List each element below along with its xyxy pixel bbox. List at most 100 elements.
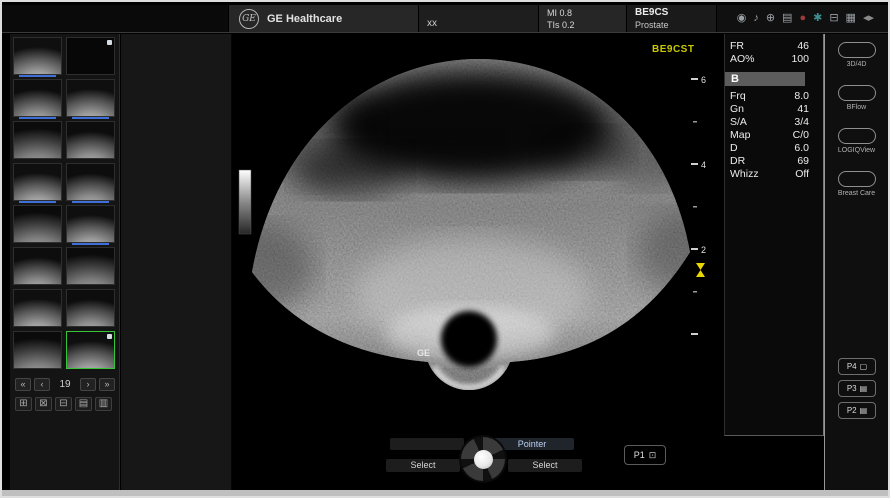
thumbnail-8[interactable] bbox=[66, 163, 115, 201]
ultrasound-image[interactable]: GE 6 4 2 bbox=[232, 34, 724, 439]
trackball[interactable] bbox=[461, 437, 505, 481]
brand-section: GE GE Healthcare bbox=[229, 5, 419, 32]
p3-button[interactable]: P3▤ bbox=[838, 380, 876, 397]
delete-image-button[interactable]: ⊠ bbox=[35, 397, 52, 411]
select-right-button[interactable]: Select bbox=[508, 459, 582, 472]
param-value: Off bbox=[795, 168, 809, 180]
grayscale-bar bbox=[239, 170, 251, 234]
thumbnail-10[interactable] bbox=[66, 205, 115, 243]
thumbnail-13[interactable] bbox=[13, 289, 62, 327]
eco-status-icon: ✱ bbox=[813, 13, 822, 24]
print-image-button[interactable]: ▤ bbox=[75, 397, 92, 411]
last-page-button[interactable]: » bbox=[99, 378, 115, 391]
ge-watermark: GE bbox=[417, 348, 430, 358]
thumbnail-12[interactable] bbox=[66, 247, 115, 285]
thumbnail-6[interactable] bbox=[66, 121, 115, 159]
save-image-button[interactable]: ⊟ bbox=[55, 397, 72, 411]
layout-grid-button[interactable]: ⊞ bbox=[15, 397, 32, 411]
patient-id-field[interactable]: xx bbox=[419, 5, 539, 32]
clip-indicator bbox=[19, 201, 56, 203]
right-toolbar: 3D/4DBFlowLOGIQViewBreast Care P4▢P3▤P2▤ bbox=[824, 34, 888, 494]
thumbnail-15[interactable] bbox=[13, 331, 62, 369]
record-status-icon: ● bbox=[799, 13, 806, 24]
fr-readout: FR46 bbox=[725, 39, 823, 52]
hard-key bbox=[838, 85, 876, 101]
tis-readout: TIs 0.2 bbox=[547, 20, 626, 30]
mode-3d4d-button[interactable]: 3D/4D bbox=[825, 42, 888, 68]
blank-soft-button[interactable] bbox=[390, 438, 464, 450]
parameter-panel: FR46AO%100 B Frq8.0Gn41S/A3/4MapC/0D6.0D… bbox=[724, 34, 824, 436]
thumbnail-3[interactable] bbox=[13, 79, 62, 117]
param-label: Gn bbox=[730, 103, 744, 115]
mode-header: B bbox=[725, 72, 805, 86]
p4-button[interactable]: P4▢ bbox=[838, 358, 876, 375]
probe-section[interactable]: BE9CS Prostate bbox=[627, 5, 717, 32]
d-readout: D6.0 bbox=[725, 141, 823, 154]
hard-key-label: Breast Care bbox=[825, 190, 888, 197]
thumbnail-7[interactable] bbox=[13, 163, 62, 201]
print-key-icon: ▢ bbox=[860, 362, 868, 371]
hard-key-label: LOGIQView bbox=[825, 147, 888, 154]
first-page-button[interactable]: « bbox=[15, 378, 31, 391]
mode-breastcare-button[interactable]: Breast Care bbox=[825, 171, 888, 197]
depth-label: 2 bbox=[701, 245, 706, 255]
param-label: AO% bbox=[730, 53, 755, 65]
preset-badge: BE9CST bbox=[652, 44, 694, 55]
thumbnail-5[interactable] bbox=[13, 121, 62, 159]
top-status-bar: GE GE Healthcare xx MI 0.8 TIs 0.2 BE9CS… bbox=[2, 5, 888, 33]
depth-label: 6 bbox=[701, 75, 706, 85]
page-number: 19 bbox=[53, 379, 77, 390]
p1-button[interactable]: P1 ⊡ bbox=[624, 445, 666, 465]
thumbnail-2[interactable] bbox=[66, 37, 115, 75]
frq-readout: Frq 8.0 bbox=[725, 89, 823, 102]
probe-name: BE9CS bbox=[635, 7, 716, 18]
param-label: FR bbox=[730, 40, 744, 52]
print-key-label: P2 bbox=[847, 406, 857, 415]
export-image-button[interactable]: ▥ bbox=[95, 397, 112, 411]
clipboard-spacer bbox=[121, 34, 232, 494]
mode-logiqview-button[interactable]: LOGIQView bbox=[825, 128, 888, 154]
param-value: 3/4 bbox=[794, 116, 809, 128]
ge-logo-icon: GE bbox=[239, 9, 259, 29]
thumbnail-pagination: « ‹ 19 › » bbox=[13, 378, 116, 391]
thumbnail-marker-icon bbox=[107, 334, 112, 339]
param-value: 8.0 bbox=[794, 90, 809, 102]
p1-label: P1 bbox=[634, 450, 645, 460]
probe-status-icon: ◉ bbox=[737, 13, 747, 24]
whizz-readout: Whizz Off bbox=[725, 167, 823, 180]
ultrasound-screen: GE GE Healthcare xx MI 0.8 TIs 0.2 BE9CS… bbox=[0, 0, 890, 498]
p2-button[interactable]: P2▤ bbox=[838, 402, 876, 419]
map-readout: MapC/0 bbox=[725, 128, 823, 141]
print-key-icon: ⊡ bbox=[649, 450, 657, 461]
next-page-button[interactable]: › bbox=[80, 378, 96, 391]
hard-key bbox=[838, 171, 876, 187]
thumbnail-16[interactable] bbox=[66, 331, 115, 369]
usb-status-icon: ⊟ bbox=[829, 13, 838, 24]
mode-button-stack: 3D/4D BFlow LOGIQView Breast Care bbox=[825, 42, 888, 197]
param-label: Frq bbox=[730, 90, 746, 102]
network-status-icon: ⊕ bbox=[766, 13, 775, 24]
prev-page-button[interactable]: ‹ bbox=[34, 378, 50, 391]
select-left-button[interactable]: Select bbox=[386, 459, 460, 472]
print-key-icon: ▤ bbox=[860, 384, 868, 393]
trackball-ball bbox=[474, 450, 493, 469]
thumbnail-1[interactable] bbox=[13, 37, 62, 75]
dr-readout: DR69 bbox=[725, 154, 823, 167]
thumbnail-9[interactable] bbox=[13, 205, 62, 243]
thumbnail-4[interactable] bbox=[66, 79, 115, 117]
param-rows-top: FR46AO%100 bbox=[725, 39, 823, 65]
param-label: Whizz bbox=[730, 168, 759, 180]
param-label: S/A bbox=[730, 116, 747, 128]
clip-indicator bbox=[72, 243, 109, 245]
thumbnail-14[interactable] bbox=[66, 289, 115, 327]
topbar-left-spacer bbox=[2, 5, 229, 32]
thumbnail-11[interactable] bbox=[13, 247, 62, 285]
print-key-icon: ▤ bbox=[860, 406, 868, 415]
mode-bflow-button[interactable]: BFlow bbox=[825, 85, 888, 111]
clip-indicator bbox=[72, 117, 109, 119]
sa-readout: S/A 3/4 bbox=[725, 115, 823, 128]
param-value: 6.0 bbox=[794, 142, 809, 154]
bottom-edge-bar bbox=[2, 490, 888, 496]
patient-id-text: xx bbox=[427, 18, 437, 29]
hard-key bbox=[838, 128, 876, 144]
